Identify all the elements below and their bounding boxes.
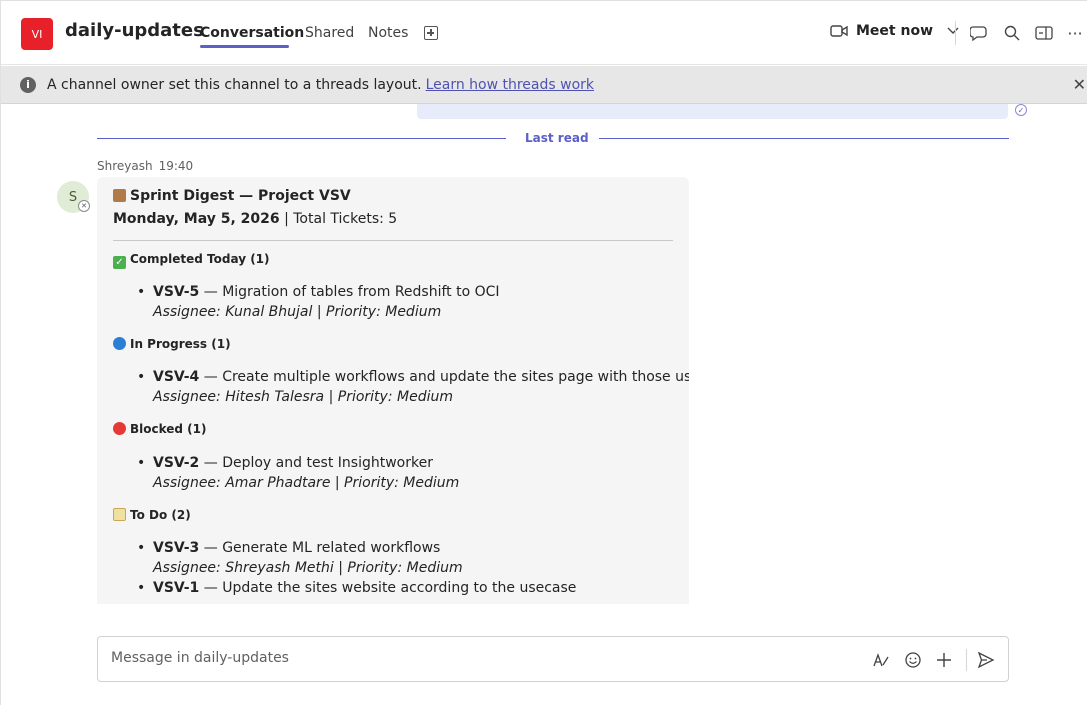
close-icon[interactable]: ✕: [1073, 75, 1086, 94]
ticket-meta: Assignee: Amar Phadtare | Priority: Medi…: [153, 475, 460, 491]
chevron-down-icon[interactable]: [947, 27, 959, 35]
ticket-id: VSV-3: [153, 540, 200, 556]
compose-box[interactable]: Message in daily-updates: [97, 636, 1009, 682]
info-icon: i: [20, 76, 36, 93]
channel-title[interactable]: daily-updates: [65, 20, 204, 41]
message-bubble[interactable]: Sprint Digest — Project VSV Monday, May …: [97, 177, 689, 604]
memo-icon: [113, 508, 126, 521]
sender-name[interactable]: Shreyash: [97, 159, 153, 173]
ticket-id: VSV-4: [153, 369, 200, 385]
add-tab-icon[interactable]: [424, 26, 438, 40]
message-sender-line: Shreyash 19:40: [97, 159, 193, 173]
banner-text: A channel owner set this channel to a th…: [47, 76, 422, 93]
threads-layout-banner: i A channel owner set this channel to a …: [1, 66, 1087, 104]
active-tab-indicator: [200, 45, 289, 48]
presence-status-icon: ✕: [78, 200, 90, 212]
digest-title: Sprint Digest — Project VSV: [113, 188, 351, 204]
red-circle-icon: [113, 422, 126, 435]
divider-rule: [113, 240, 673, 241]
side-panel-icon[interactable]: [1034, 23, 1054, 43]
tab-conversation[interactable]: Conversation: [200, 25, 304, 41]
team-avatar[interactable]: VI: [21, 18, 53, 50]
last-read-label: Last read: [525, 131, 589, 145]
ticket-id: VSV-1: [153, 580, 200, 596]
format-text-icon[interactable]: [870, 649, 892, 671]
section-to-do: To Do (2): [113, 508, 191, 522]
channel-header: VI daily-updates Conversation Shared Not…: [1, 1, 1087, 65]
last-read-line-right: [599, 138, 1009, 139]
last-read-line-left: [97, 138, 506, 139]
section-blocked: Blocked (1): [113, 422, 207, 436]
digest-date-line: Monday, May 5, 2026 | Total Tickets: 5: [113, 211, 397, 227]
send-icon[interactable]: [975, 649, 997, 671]
learn-threads-link[interactable]: Learn how threads work: [426, 77, 594, 93]
ticket-meta: Assignee: Shreyash Methi | Priority: Med…: [153, 560, 463, 576]
section-completed: ✓ Completed Today (1): [113, 252, 270, 269]
chat-bubbles-icon[interactable]: [970, 23, 990, 43]
ticket-id: VSV-2: [153, 455, 200, 471]
ticket-total: | Total Tickets: 5: [279, 211, 398, 227]
blue-circle-icon: [113, 337, 126, 350]
search-icon[interactable]: [1002, 23, 1022, 43]
clipboard-icon: [113, 189, 126, 202]
compose-separator: [966, 649, 967, 671]
read-receipt-icon: ✓: [1015, 104, 1027, 116]
digest-date: Monday, May 5, 2026: [113, 211, 280, 227]
message-time: 19:40: [158, 159, 194, 173]
section-in-progress: In Progress (1): [113, 337, 231, 351]
previous-message-fragment: [417, 104, 1008, 119]
teams-channel-window: VI daily-updates Conversation Shared Not…: [0, 0, 1087, 705]
emoji-icon[interactable]: [902, 649, 924, 671]
message-input[interactable]: Message in daily-updates: [111, 650, 289, 666]
meet-now-label: Meet now: [856, 23, 934, 39]
ticket-meta: Assignee: Hitesh Talesra | Priority: Med…: [153, 389, 453, 405]
meet-now-button[interactable]: Meet now: [830, 23, 959, 39]
tab-notes[interactable]: Notes: [368, 25, 408, 41]
add-attachment-icon[interactable]: [933, 649, 955, 671]
tab-shared[interactable]: Shared: [305, 25, 354, 41]
ticket-id: VSV-5: [153, 284, 200, 300]
header-separator: [955, 21, 956, 45]
check-mark-icon: ✓: [113, 256, 126, 269]
ticket-meta: Assignee: Kunal Bhujal | Priority: Mediu…: [153, 304, 442, 320]
video-camera-icon: [830, 25, 848, 37]
more-options-icon[interactable]: ···: [1065, 23, 1085, 43]
